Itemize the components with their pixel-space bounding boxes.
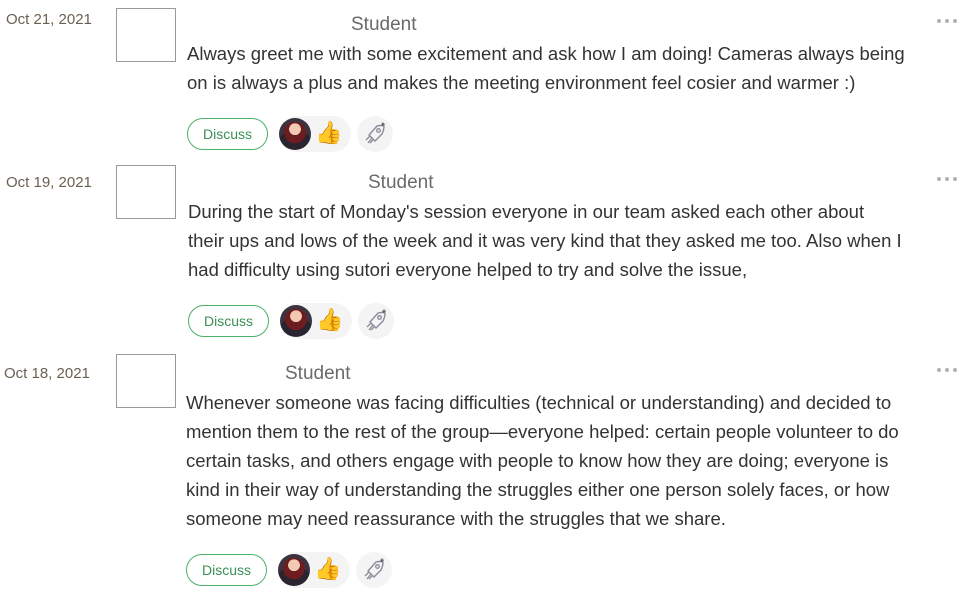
entry-text-line: mention them to the rest of the group—ev… bbox=[186, 421, 899, 442]
add-reaction-button[interactable] bbox=[356, 552, 392, 588]
rocket-add-icon bbox=[366, 309, 386, 331]
entry-author: Student bbox=[368, 172, 434, 193]
entry-text-line: Whenever someone was facing difficulties… bbox=[186, 392, 892, 413]
entry-author: Student bbox=[351, 14, 417, 35]
add-reaction-button[interactable] bbox=[358, 303, 394, 339]
reaction-group[interactable]: 👍 bbox=[279, 116, 351, 152]
rocket-add-icon bbox=[364, 558, 384, 580]
entry-date: Oct 19, 2021 bbox=[6, 174, 92, 191]
thumbs-up-icon: 👍 bbox=[316, 308, 344, 333]
entry-date: Oct 21, 2021 bbox=[6, 11, 92, 28]
thumbs-up-icon: 👍 bbox=[314, 557, 342, 582]
more-dots-icon[interactable] bbox=[937, 17, 957, 25]
entry-thumbnail[interactable] bbox=[116, 165, 176, 219]
discuss-button[interactable]: Discuss bbox=[187, 118, 268, 150]
entry-text-line: certain tasks, and others engage with pe… bbox=[186, 450, 889, 471]
entry-date: Oct 18, 2021 bbox=[4, 365, 90, 382]
entry-text-line: their ups and lows of the week and it wa… bbox=[188, 230, 902, 251]
reaction-group[interactable]: 👍 bbox=[278, 552, 350, 588]
entry-text-line: During the start of Monday's session eve… bbox=[188, 201, 865, 222]
entry-text: Always greet me with some excitement and… bbox=[187, 39, 905, 97]
rocket-add-icon bbox=[365, 122, 385, 144]
entry-text-line: someone may need reassurance with the st… bbox=[186, 508, 726, 529]
timeline-entry: Oct 21, 2021 Student Always greet me wit… bbox=[0, 0, 960, 160]
entry-text-line: had difficulty using sutori everyone hel… bbox=[188, 259, 748, 280]
discuss-button[interactable]: Discuss bbox=[188, 305, 269, 337]
user-avatar bbox=[279, 118, 311, 150]
more-dots-icon[interactable] bbox=[937, 175, 957, 183]
entry-author: Student bbox=[285, 363, 351, 384]
timeline-entry: Oct 18, 2021 Student Whenever someone wa… bbox=[0, 350, 960, 601]
more-dots-icon[interactable] bbox=[937, 366, 957, 374]
timeline-entry: Oct 19, 2021 Student During the start of… bbox=[0, 160, 960, 350]
entry-text: During the start of Monday's session eve… bbox=[188, 197, 902, 284]
thumbs-up-icon: 👍 bbox=[315, 121, 343, 146]
entry-text-line: kind in their way of understanding the s… bbox=[186, 479, 890, 500]
discuss-button[interactable]: Discuss bbox=[186, 554, 267, 586]
entry-text-line: Always greet me with some excitement and… bbox=[187, 43, 905, 64]
reaction-group[interactable]: 👍 bbox=[280, 303, 352, 339]
entry-text-line: on is always a plus and makes the meetin… bbox=[187, 72, 856, 93]
user-avatar bbox=[278, 554, 310, 586]
user-avatar bbox=[280, 305, 312, 337]
add-reaction-button[interactable] bbox=[357, 116, 393, 152]
entry-text: Whenever someone was facing difficulties… bbox=[186, 388, 899, 533]
entry-thumbnail[interactable] bbox=[116, 354, 176, 408]
entry-thumbnail[interactable] bbox=[116, 8, 176, 62]
